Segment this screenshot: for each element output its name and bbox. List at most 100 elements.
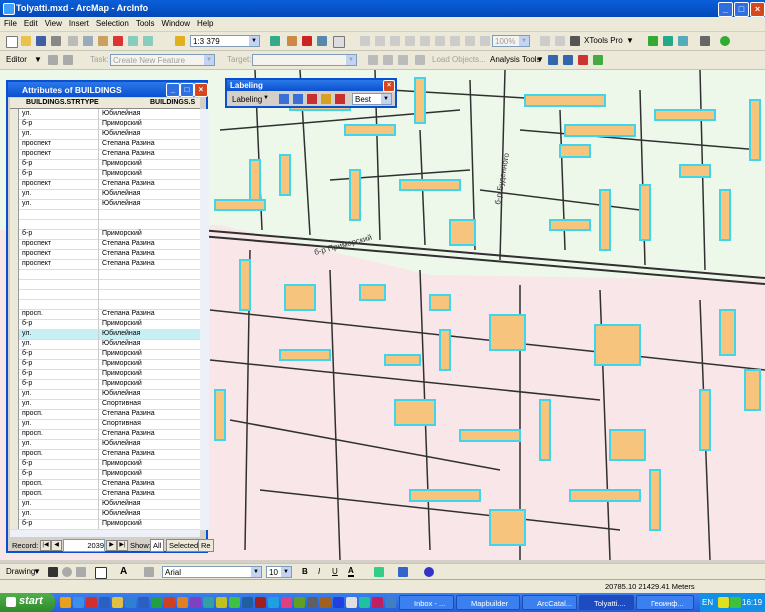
font-size-combo[interactable]: 10 ▼ [266, 566, 292, 578]
quicklaunch-app16-icon[interactable] [372, 597, 383, 608]
row-selector[interactable] [10, 429, 19, 439]
edit-vertices-icon[interactable] [144, 567, 154, 577]
menu-tools[interactable]: Tools [132, 17, 158, 28]
zoom-out-layout-icon[interactable] [480, 36, 490, 46]
row-selector[interactable] [10, 199, 19, 209]
select-features-icon[interactable] [548, 55, 558, 65]
menu-edit[interactable]: Edit [20, 17, 41, 28]
edit-tool-icon[interactable] [648, 36, 658, 46]
quicklaunch-outlook-icon[interactable] [177, 597, 188, 608]
label-weights-icon[interactable] [307, 94, 317, 104]
quicklaunch-app13-icon[interactable] [333, 597, 344, 608]
row-selector[interactable] [10, 229, 19, 239]
layout-pan-icon[interactable] [375, 36, 385, 46]
quicklaunch-app6-icon[interactable] [242, 597, 253, 608]
add-data-icon[interactable] [175, 36, 185, 46]
menu-window[interactable]: Window [158, 17, 193, 28]
save-icon[interactable] [36, 36, 46, 46]
row-selector[interactable] [10, 239, 19, 249]
select-by-box-icon[interactable] [563, 55, 573, 65]
print-icon[interactable] [51, 36, 61, 46]
label-manager-icon[interactable] [279, 94, 289, 104]
row-selector[interactable] [10, 509, 19, 519]
grid-icon[interactable] [678, 36, 688, 46]
underline-button[interactable]: U [332, 567, 338, 576]
command-line-icon[interactable] [317, 36, 327, 46]
row-selector[interactable] [10, 359, 19, 369]
row-selector[interactable] [10, 349, 19, 359]
font-combo[interactable]: Arial ▼ [162, 566, 262, 578]
row-selector[interactable] [10, 459, 19, 469]
target-combo[interactable]: ▼ [252, 54, 357, 66]
new-text-icon[interactable]: A [120, 566, 127, 577]
column-header-street[interactable]: BUILDINGS.S [150, 99, 195, 106]
quicklaunch-powerpoint-icon[interactable] [164, 597, 175, 608]
toolbox-icon[interactable] [302, 36, 312, 46]
toggle-draft-icon[interactable] [540, 36, 550, 46]
delete-icon[interactable] [113, 36, 123, 46]
tray-network-icon[interactable] [730, 597, 741, 608]
row-selector[interactable] [10, 289, 19, 299]
row-selector[interactable] [10, 119, 19, 129]
bold-button[interactable]: B [302, 567, 308, 576]
quicklaunch-ie-icon[interactable] [73, 597, 84, 608]
editor-menu[interactable]: Editor [6, 55, 27, 64]
attributes-title-bar[interactable]: Attributes of BUILDINGS _ □ × [8, 82, 208, 97]
row-selector[interactable] [10, 299, 19, 309]
row-selector[interactable] [10, 379, 19, 389]
language-indicator[interactable]: EN [702, 598, 713, 607]
row-selector[interactable] [10, 179, 19, 189]
rotate-icon[interactable] [62, 567, 72, 577]
quicklaunch-excel-icon[interactable] [151, 597, 162, 608]
row-selector[interactable] [10, 159, 19, 169]
undo-icon[interactable] [128, 36, 138, 46]
row-selector[interactable] [10, 219, 19, 229]
menu-insert[interactable]: Insert [65, 17, 92, 28]
sketch-tool-icon[interactable] [63, 55, 73, 65]
scale-combo[interactable]: 1:3 379 ▼ [190, 35, 260, 47]
cut-icon[interactable] [68, 36, 78, 46]
rotate-tool-icon[interactable] [383, 55, 393, 65]
column-header-strtype[interactable]: BUILDINGS.STRTYPE [26, 99, 99, 106]
new-icon[interactable] [6, 36, 18, 48]
info-icon[interactable] [720, 36, 730, 46]
attributes-grid[interactable]: ул. Юбилейная б-р Приморский ул. Юбилейная про… [10, 109, 200, 530]
arctoolbox-icon[interactable] [287, 36, 297, 46]
row-selector[interactable] [10, 209, 19, 219]
row-selector[interactable] [10, 279, 19, 289]
xtools-pro-menu[interactable]: XTools Pro [584, 36, 623, 45]
paste-icon[interactable] [98, 36, 108, 46]
task-inbox[interactable]: Inbox - ... [399, 595, 454, 610]
back-extent-icon[interactable] [435, 36, 445, 46]
zoom-in-layout-icon[interactable] [465, 36, 475, 46]
minimize-button[interactable]: _ [718, 2, 733, 17]
measure-icon[interactable] [593, 55, 603, 65]
forward-extent-icon[interactable] [450, 36, 460, 46]
italic-button[interactable]: I [318, 567, 320, 576]
quicklaunch-app10-icon[interactable] [294, 597, 305, 608]
focus-frame-icon[interactable] [555, 36, 565, 46]
analysis-tools-menu[interactable]: Analysis Tools [490, 55, 541, 64]
last-record-icon[interactable]: ▶| [117, 540, 128, 551]
close-button[interactable]: × [750, 2, 765, 17]
split-tool-icon[interactable] [368, 55, 378, 65]
row-selector[interactable] [10, 269, 19, 279]
row-selector[interactable] [10, 419, 19, 429]
row-selector[interactable] [10, 189, 19, 199]
zoom-to-selected-icon[interactable] [76, 567, 86, 577]
menu-view[interactable]: View [41, 17, 65, 28]
labeling-title-bar[interactable]: Labeling × [227, 80, 395, 92]
editor-toolbar-icon[interactable] [270, 36, 280, 46]
pause-labeling-icon[interactable] [335, 94, 345, 104]
zoom-whole-page-icon[interactable] [405, 36, 415, 46]
quicklaunch-app5-icon[interactable] [229, 597, 240, 608]
row-selector[interactable] [10, 449, 19, 459]
row-selector[interactable] [10, 149, 19, 159]
prev-record-icon[interactable]: ◀ [51, 540, 62, 551]
crosshair-icon[interactable] [578, 55, 588, 65]
select-elements-icon[interactable] [48, 567, 58, 577]
vertical-scrollbar[interactable] [200, 109, 209, 530]
row-selector[interactable] [10, 309, 19, 319]
quicklaunch-app4-icon[interactable] [216, 597, 227, 608]
quicklaunch-app7-icon[interactable] [255, 597, 266, 608]
